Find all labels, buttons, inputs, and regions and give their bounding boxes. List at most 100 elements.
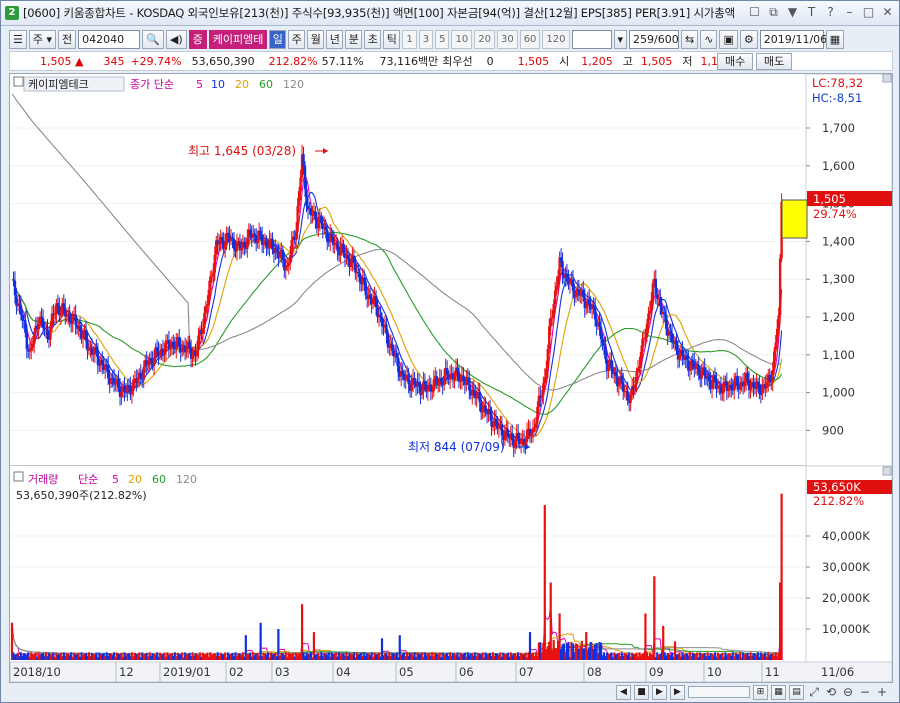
candle-body bbox=[204, 306, 208, 313]
compare-icon[interactable]: ⇆ bbox=[681, 29, 699, 49]
plus-icon[interactable]: + bbox=[875, 685, 889, 699]
candle-body bbox=[407, 374, 410, 385]
price-panel-handle[interactable] bbox=[882, 73, 892, 83]
volume-bar bbox=[259, 622, 262, 660]
reset-icon[interactable]: ⟲ bbox=[824, 685, 838, 699]
dropdown-icon[interactable]: ▼ bbox=[785, 5, 800, 20]
scroll-left-button[interactable]: ◀ bbox=[616, 684, 631, 700]
interval-3[interactable]: 3 bbox=[418, 29, 434, 49]
calendar-icon[interactable]: ▦ bbox=[825, 29, 845, 49]
candle-body bbox=[531, 428, 535, 434]
chart-area[interactable]: 1,7001,6001,5001,4001,3001,2001,1001,000… bbox=[9, 73, 893, 683]
maximize-icon[interactable]: □ bbox=[861, 5, 876, 20]
x-tick-label: 12 bbox=[119, 665, 134, 679]
zoom-slider-icon[interactable]: ⊞ bbox=[753, 684, 768, 700]
interval-custom[interactable] bbox=[571, 29, 612, 49]
candle-body bbox=[681, 349, 684, 357]
candle-body bbox=[533, 427, 536, 429]
interval-5[interactable]: 5 bbox=[435, 29, 450, 49]
menu-icon[interactable]: ☰ bbox=[9, 29, 27, 49]
candle-body bbox=[691, 360, 694, 363]
candle-body bbox=[678, 354, 681, 360]
lock-icon[interactable]: ▤ bbox=[789, 684, 804, 700]
candle-body bbox=[669, 331, 672, 333]
candle-body bbox=[620, 376, 623, 382]
candle-body bbox=[30, 346, 33, 351]
count-input[interactable]: 259/600 bbox=[629, 29, 680, 49]
period-month[interactable]: 월 bbox=[307, 29, 325, 49]
candle-body bbox=[223, 243, 227, 249]
scroll-right-button[interactable]: ▶ bbox=[670, 684, 685, 700]
date-input[interactable]: 2019/11/06 bbox=[759, 29, 827, 49]
period-minute[interactable]: 분 bbox=[345, 29, 363, 49]
candle-body bbox=[645, 324, 649, 338]
period-day[interactable]: 일 bbox=[269, 29, 287, 49]
search-icon[interactable]: 🔍 bbox=[142, 29, 164, 49]
period-year[interactable]: 년 bbox=[326, 29, 344, 49]
candle-body bbox=[259, 230, 262, 235]
link-icon[interactable]: ☐ bbox=[747, 5, 762, 20]
volume-panel-handle[interactable] bbox=[882, 466, 892, 476]
candle-body bbox=[774, 342, 777, 352]
sell-button[interactable]: 매도 bbox=[756, 53, 793, 70]
candle-body bbox=[235, 241, 239, 252]
minimize-icon[interactable]: – bbox=[842, 5, 857, 20]
candle-body bbox=[548, 326, 551, 349]
x-tick-label: 09 bbox=[649, 665, 664, 679]
interval-dropdown[interactable]: ▾ bbox=[613, 29, 628, 49]
interval-1[interactable]: 1 bbox=[402, 29, 417, 49]
speaker-icon[interactable]: ◀) bbox=[165, 29, 187, 49]
interval-20[interactable]: 20 bbox=[474, 29, 495, 49]
restore-icon[interactable]: ⧉ bbox=[766, 5, 781, 20]
all-button[interactable]: 전 bbox=[58, 29, 77, 49]
candle-body bbox=[765, 382, 768, 388]
gear-icon[interactable]: ⚙ bbox=[739, 29, 758, 49]
candle-body bbox=[352, 255, 356, 264]
candle-body bbox=[592, 305, 595, 308]
panel-menu-icon[interactable] bbox=[13, 76, 24, 87]
price-tick-label: 1,300 bbox=[822, 272, 855, 286]
chart-svg[interactable]: 1,7001,6001,5001,4001,3001,2001,1001,000… bbox=[9, 73, 893, 683]
last-volume-pct: 212.82% bbox=[813, 494, 864, 508]
minus-icon[interactable]: − bbox=[858, 685, 872, 699]
text-icon[interactable]: T bbox=[804, 5, 819, 20]
candle-body bbox=[488, 409, 492, 415]
candle-body bbox=[568, 280, 572, 285]
interval-60[interactable]: 60 bbox=[519, 29, 541, 49]
candle-body bbox=[553, 290, 557, 305]
zoom-out-icon[interactable]: ⊖ bbox=[841, 685, 855, 699]
buy-button[interactable]: 매수 bbox=[717, 53, 754, 70]
candle-body bbox=[289, 254, 292, 264]
candle-body bbox=[703, 367, 706, 376]
change-value: 345 bbox=[103, 54, 125, 68]
help-icon[interactable]: ? bbox=[823, 5, 838, 20]
volume-tick-label: 30,000K bbox=[822, 560, 870, 574]
candle-body bbox=[368, 294, 372, 300]
candle-body bbox=[50, 313, 54, 326]
market-select[interactable]: 주 ▾ bbox=[28, 29, 57, 49]
period-week[interactable]: 주 bbox=[288, 29, 306, 49]
grid-icon[interactable]: ▦ bbox=[771, 684, 786, 700]
interval-120[interactable]: 120 bbox=[542, 29, 570, 49]
candle-body bbox=[226, 232, 230, 235]
volume-menu-icon[interactable] bbox=[13, 471, 24, 482]
candle-body bbox=[142, 366, 145, 380]
stop-button[interactable]: ■ bbox=[634, 684, 649, 700]
period-second[interactable]: 초 bbox=[364, 29, 382, 49]
interval-30[interactable]: 30 bbox=[496, 29, 518, 49]
candle-body bbox=[445, 367, 449, 375]
interval-10[interactable]: 10 bbox=[451, 29, 473, 49]
chart-type-icon[interactable]: ∿ bbox=[700, 29, 718, 49]
play-button[interactable]: ▶ bbox=[652, 684, 667, 700]
code-input[interactable]: 042040 bbox=[78, 29, 141, 49]
candle-body bbox=[545, 368, 548, 378]
scroll-track[interactable] bbox=[688, 686, 750, 698]
expand-icon[interactable]: ⤢ bbox=[807, 685, 821, 700]
candle-body bbox=[604, 345, 607, 360]
close-icon[interactable]: ✕ bbox=[880, 5, 895, 20]
save-icon[interactable]: ▣ bbox=[719, 29, 738, 49]
candle-body bbox=[188, 341, 191, 349]
candle-body bbox=[207, 289, 211, 305]
period-tick[interactable]: 틱 bbox=[383, 29, 401, 49]
candle-body bbox=[694, 366, 697, 370]
